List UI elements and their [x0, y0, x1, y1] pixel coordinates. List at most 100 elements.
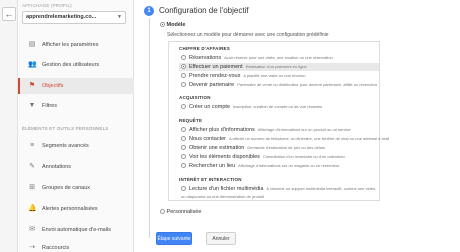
option-label: Afficher plus d'informations	[189, 127, 255, 133]
group-heading: INTÉRÊT ET INTERACTION	[179, 177, 242, 182]
sidebar-item-label: Filtres	[42, 103, 57, 109]
radio-icon	[181, 103, 186, 109]
template-option[interactable]: Lecture d'un fichier multimédia A visionn…	[181, 185, 377, 201]
sidebar-item-emails[interactable]: ✉ Envoi automatique d'e-mails	[18, 222, 134, 238]
sidebar-item-alertes[interactable]: 🔔 Alertes personnalisées	[18, 201, 134, 217]
option-desc: Affichage d'informations sur un produit …	[257, 127, 351, 132]
option-desc: Réalisation d'un paiement en ligne	[245, 64, 307, 69]
template-list: CHIFFRE D'AFFAIRES Réservations Avoir rés…	[168, 41, 389, 201]
option-desc: Affichage d'informations sur un magasin …	[238, 163, 340, 168]
option-label: Obtenir une estimation	[189, 145, 245, 151]
template-option[interactable]: Prendre rendez-vous A planifié une visite…	[181, 72, 305, 80]
channels-icon: ⊞	[29, 184, 35, 191]
sidebar-item-afficher-parametres[interactable]: ▤ Afficher les paramètres	[18, 37, 134, 53]
step-connector	[148, 18, 150, 238]
template-option[interactable]: Créer un compte Inscription, création de …	[181, 103, 322, 111]
step-title: Configuration de l'objectif	[159, 6, 249, 15]
sidebar-item-filtres[interactable]: ▼ Filtres	[18, 98, 134, 114]
view-label: AFFICHAGE (PROFIL)	[22, 3, 72, 8]
sidebar-item-label: Gestion des utilisateurs	[42, 62, 100, 68]
view-select-value: apprendrelemarketing.co...	[26, 14, 97, 20]
app-root: ← AFFICHAGE (PROFIL) apprendrelemarketin…	[0, 0, 460, 252]
sidebar-item-label: Afficher les paramètres	[42, 42, 99, 48]
template-option[interactable]: Nous contacter A affiché un numéro de tél…	[181, 135, 389, 143]
goal-setup-panel: 1 Configuration de l'objectif Modèle Sél…	[134, 0, 460, 252]
option-label: Prendre rendez-vous	[189, 73, 241, 79]
option-label: Devenir partenaire	[189, 82, 235, 88]
group-heading: REQUÊTE	[179, 118, 203, 123]
step-number-badge: 1	[144, 6, 154, 16]
personnalisee-radio[interactable]: Personnalisée	[160, 209, 201, 215]
sidebar-item-raccourcis[interactable]: ⇢ Raccourcis	[18, 240, 134, 252]
template-option[interactable]: Voir les éléments disponibles Consultatio…	[181, 153, 345, 161]
template-option[interactable]: Afficher plus d'informations Affichage d'…	[181, 126, 351, 134]
option-label: Réservations	[189, 55, 222, 61]
mail-icon: ✉	[29, 226, 35, 233]
arrow-left-icon[interactable]: ←	[2, 7, 16, 21]
radio-icon	[181, 126, 186, 132]
template-option[interactable]: Obtenir une estimation Demande d'estimati…	[181, 144, 325, 152]
template-option[interactable]: Rechercher un lieu Affichage d'informatio…	[181, 162, 339, 170]
option-label: Effectuer un paiement	[189, 64, 243, 70]
radio-icon	[181, 135, 186, 141]
sidebar-item-groupes-canaux[interactable]: ⊞ Groupes de canaux	[18, 180, 134, 196]
option-label: Voir les éléments disponibles	[189, 154, 260, 160]
radio-icon	[181, 144, 186, 150]
sidebar-item-objectifs[interactable]: ⚑ Objectifs	[18, 78, 134, 94]
flag-icon: ⚑	[28, 82, 36, 89]
shortcut-icon: ⇢	[29, 244, 35, 251]
group-heading: CHIFFRE D'AFFAIRES	[179, 46, 230, 51]
radio-selected-icon	[160, 22, 165, 28]
option-desc: Partenaire de vente ou distributeur pour…	[237, 82, 378, 87]
sidebar-item-annotations[interactable]: ✎ Annotations	[18, 159, 134, 175]
left-rail: ←	[0, 0, 18, 252]
radio-icon	[181, 153, 186, 159]
template-option[interactable]: Réservations Avoir réservé pour une visit…	[181, 54, 333, 62]
sidebar: AFFICHAGE (PROFIL) apprendrelemarketing.…	[18, 0, 134, 252]
modele-description: Sélectionnez un modèle pour démarrer ave…	[167, 32, 329, 38]
option-desc: A planifié une visite ou une réunion	[243, 73, 306, 78]
view-select[interactable]: apprendrelemarketing.co... ▼	[22, 11, 126, 24]
segments-icon: ≡	[29, 142, 35, 149]
users-icon: 👥	[28, 61, 37, 68]
radio-icon	[181, 72, 186, 78]
sidebar-item-label: Envoi automatique d'e-mails	[42, 227, 111, 233]
sidebar-item-segments[interactable]: ≡ Segments avancés	[18, 138, 134, 154]
template-option[interactable]: Devenir partenaire Partenaire de vente ou…	[181, 81, 377, 89]
sidebar-item-label: Groupes de canaux	[42, 185, 91, 191]
sidebar-item-label: Segments avancés	[42, 143, 89, 149]
radio-selected-icon	[181, 63, 186, 69]
option-desc: Consultation d'un inventaire ou d'un cal…	[262, 154, 345, 159]
option-desc: Demande d'estimation de prix ou des déla…	[247, 145, 325, 150]
section-heading: ÉLÉMENTS ET OUTILS PERSONNELS	[22, 126, 109, 131]
modele-label: Modèle	[166, 22, 186, 28]
radio-icon	[181, 81, 186, 87]
sidebar-item-label: Raccourcis	[42, 245, 70, 251]
group-heading: ACQUISITION	[179, 95, 211, 100]
sidebar-item-label: Annotations	[42, 164, 72, 170]
sidebar-item-label: Objectifs	[42, 83, 64, 89]
radio-icon	[181, 185, 186, 191]
option-label: Créer un compte	[189, 104, 230, 110]
doc-icon: ▤	[28, 41, 36, 48]
next-step-button[interactable]: Étape suivante	[156, 232, 192, 245]
option-label: Nous contacter	[189, 136, 226, 142]
funnel-icon: ▼	[28, 102, 36, 109]
option-label: Rechercher un lieu	[189, 163, 236, 169]
template-option-selected[interactable]: Effectuer un paiement Réalisation d'un pa…	[179, 63, 379, 71]
bell-icon: 🔔	[28, 205, 37, 212]
cancel-button[interactable]: Annuler	[206, 232, 236, 245]
personnalisee-label: Personnalisée	[166, 209, 202, 215]
radio-icon	[160, 209, 165, 215]
option-desc: Avoir réservé pour une visite, une locat…	[224, 55, 333, 60]
sidebar-item-gestion-utilisateurs[interactable]: 👥 Gestion des utilisateurs	[18, 57, 134, 73]
chevron-down-icon: ▼	[117, 14, 122, 20]
sidebar-item-label: Alertes personnalisées	[42, 206, 98, 212]
radio-icon	[181, 162, 186, 168]
option-desc: Inscription, création de compte ou de vu…	[232, 104, 323, 109]
option-desc: A affiché un numéro de téléphone, un iti…	[229, 136, 390, 141]
radio-icon	[181, 54, 186, 60]
notes-icon: ✎	[29, 163, 35, 170]
option-label: Lecture d'un fichier multimédia	[189, 186, 264, 192]
modele-radio[interactable]: Modèle	[160, 22, 185, 28]
